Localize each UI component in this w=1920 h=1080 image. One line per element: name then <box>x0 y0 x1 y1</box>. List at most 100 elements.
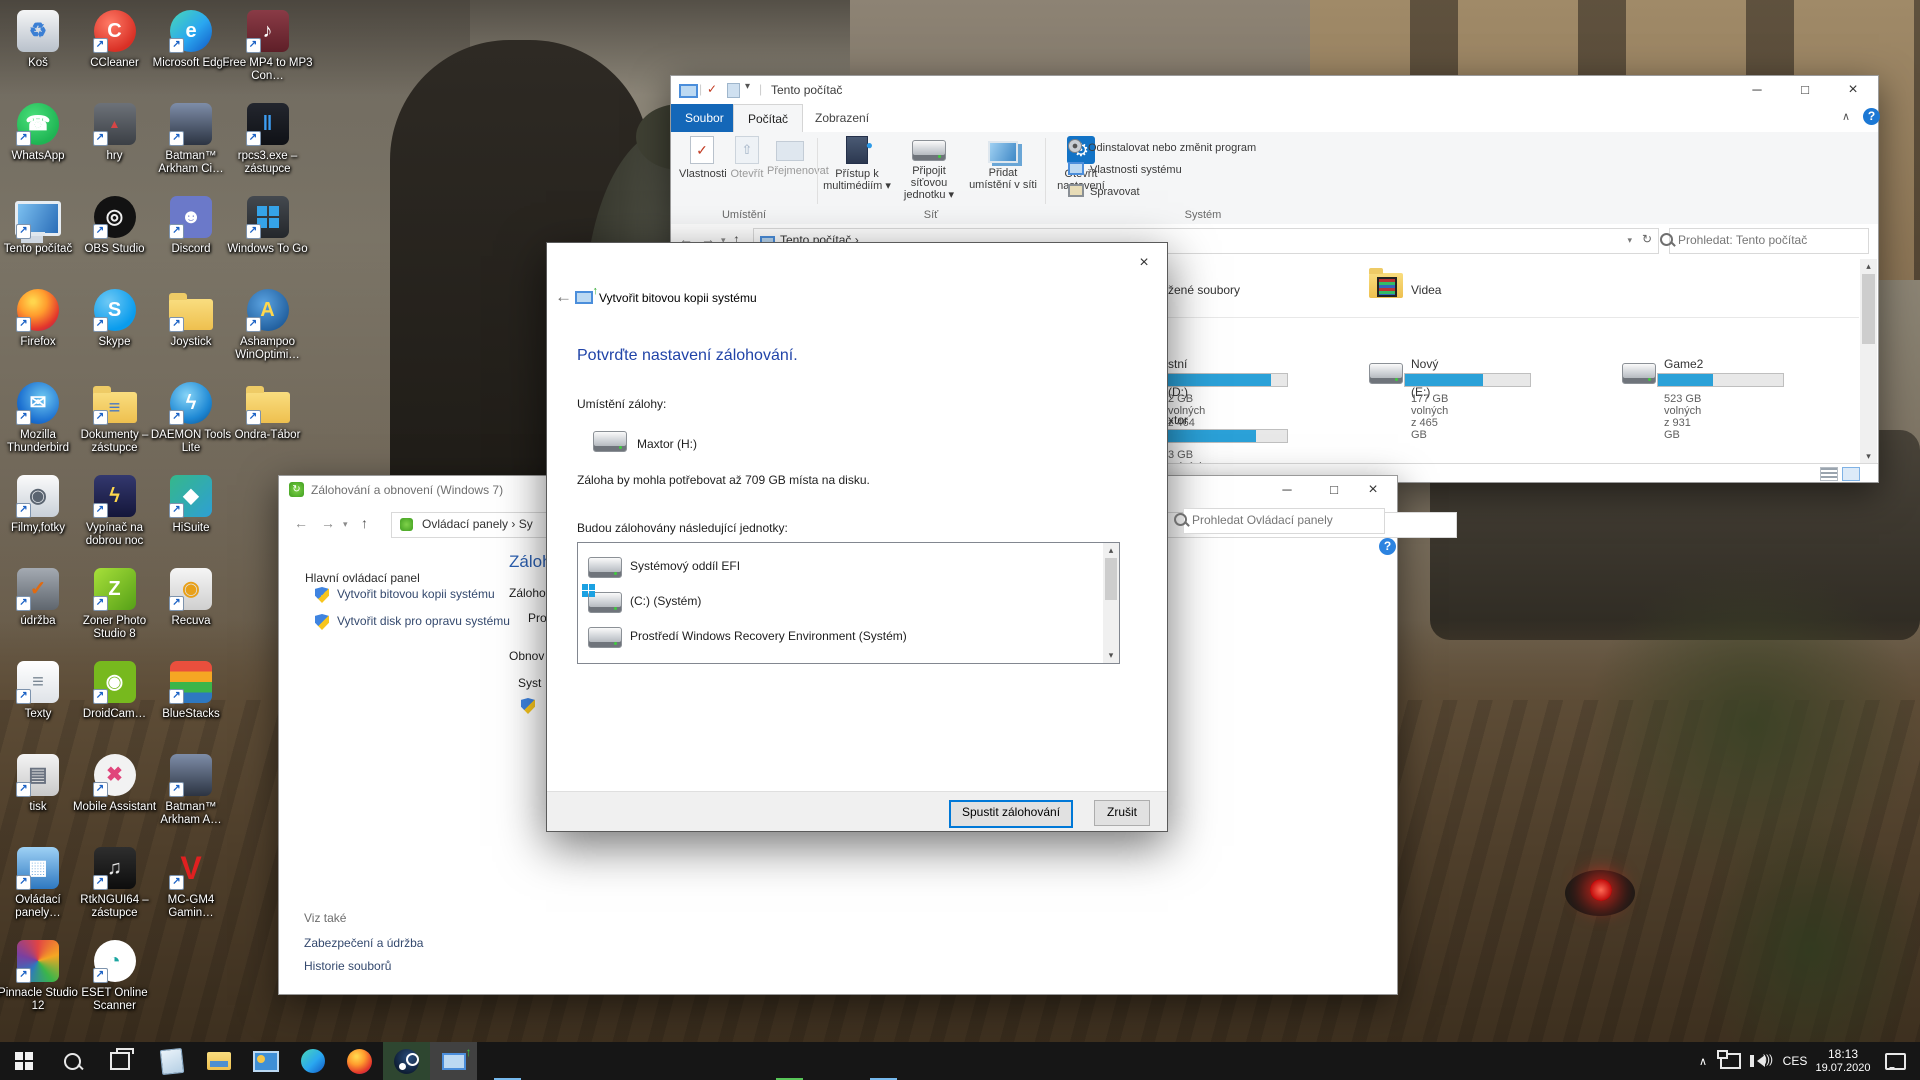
ribbon-pristup-multimedia-button[interactable]: ● Přístup k multimédiím ▾ <box>823 136 891 192</box>
taskbar-control-panel-button[interactable] <box>242 1042 289 1080</box>
dialog-scroll-down-icon[interactable]: ▾ <box>1103 648 1119 663</box>
ccleaner-icon: C↗ <box>92 8 138 54</box>
qat-customize-icon[interactable]: ▾ <box>745 81 750 92</box>
network-icon[interactable] <box>1716 1042 1744 1080</box>
cancel-button[interactable]: Zrušit <box>1094 800 1150 826</box>
backup-forward-icon[interactable]: → <box>321 515 335 531</box>
explorer-close-button[interactable]: × <box>1830 76 1876 104</box>
dialog-scroll-up-icon[interactable]: ▴ <box>1103 543 1119 558</box>
dialog-scrollbar-thumb[interactable] <box>1105 558 1117 600</box>
backup-volume-item-2[interactable]: (C:) (Systém) <box>578 586 1098 618</box>
details-view-icon[interactable] <box>1820 467 1838 481</box>
desktop-icon-recuva[interactable]: ◉↗Recuva <box>145 566 237 628</box>
desktop-icon-batman-arkham-a-[interactable]: ↗Batman™ Arkham A… <box>145 752 237 827</box>
folder-item-stazene-soubory[interactable]: žené soubory <box>1168 283 1240 297</box>
task-link-2[interactable]: Vytvořit disk pro opravu systému <box>337 613 517 629</box>
explorer-ribbon-tabs: Soubor Počítač Zobrazení ∧ ? <box>671 104 1878 133</box>
backup-up-icon[interactable]: ↑ <box>361 515 368 531</box>
shortcut-arrow-badge: ↗ <box>93 782 108 797</box>
dialog-list-scrollbar[interactable]: ▴ ▾ <box>1103 543 1119 663</box>
backup-volume-item-1[interactable]: Systémový oddíl EFI <box>578 551 1098 583</box>
clock[interactable]: 18:13 19.07.2020 <box>1812 1042 1874 1080</box>
taskbar-steam-button[interactable] <box>383 1042 430 1080</box>
desktop-icon-bluestacks[interactable]: ↗BlueStacks <box>145 659 237 721</box>
control-panel-icon <box>253 1051 279 1072</box>
shortcut-arrow-badge: ↗ <box>169 131 184 146</box>
backup-close-button[interactable]: × <box>1350 476 1396 504</box>
explorer-search-box[interactable]: Prohledat: Tento počítač <box>1669 228 1869 254</box>
backup-help-icon[interactable]: ? <box>1379 538 1396 555</box>
address-dropdown-icon[interactable]: ▾ <box>1627 235 1632 246</box>
tab-zobrazeni[interactable]: Zobrazení <box>801 104 883 132</box>
desktop-icon-hisuite[interactable]: ◆↗HiSuite <box>145 473 237 535</box>
desktop-icon-label: ESET Online Scanner <box>69 987 161 1013</box>
backup-recent-icon[interactable]: ▾ <box>343 519 348 530</box>
explorer-titlebar[interactable]: | ✓ ▾ | Tento počítač ─ □ × <box>671 76 1878 104</box>
address-refresh-icon[interactable]: ↻ <box>1642 232 1652 246</box>
taskbar-search-button[interactable] <box>48 1042 96 1080</box>
dialog-close-button[interactable]: × <box>1129 251 1159 275</box>
scroll-up-icon[interactable]: ▴ <box>1860 259 1877 274</box>
see-also-link-1[interactable]: Zabezpečení a údržba <box>304 936 423 950</box>
taskbar-file-explorer-button[interactable] <box>195 1042 242 1080</box>
explorer-maximize-button[interactable]: □ <box>1782 76 1828 104</box>
shortcut-arrow-badge: ↗ <box>246 317 261 332</box>
desktop-icon-mc-gm4-gamin-[interactable]: V↗MC-GM4 Gamin… <box>145 845 237 920</box>
ribbon-spravovat-button[interactable]: Spravovat <box>1068 182 1140 202</box>
collapse-ribbon-icon[interactable]: ∧ <box>1842 110 1850 123</box>
desktop-icon-ondra-t-bor[interactable]: ↗Ondra-Tábor <box>222 380 314 442</box>
ribbon-prejmenovat-button[interactable]: Přejmenovat <box>767 136 813 177</box>
backup-minimize-button[interactable]: ─ <box>1264 476 1310 504</box>
taskbar-notepad-button[interactable] <box>148 1042 195 1080</box>
taskbar-system-image-backup-button[interactable]: ↑ <box>430 1042 477 1080</box>
desktop-icon-rpcs3-exe-z-stupce[interactable]: ‖↗rpcs3.exe – zástupce <box>222 101 314 176</box>
desktop-icon-windows-to-go[interactable]: ↗Windows To Go <box>222 194 314 256</box>
see-also-link-2[interactable]: Historie souborů <box>304 959 391 973</box>
ribbon-pridat-umisteni-button[interactable]: Přidat umístění v síti <box>967 136 1039 191</box>
taskbar-start-button[interactable] <box>0 1042 48 1080</box>
help-icon[interactable]: ? <box>1863 108 1880 125</box>
taskbar-edge-button[interactable] <box>289 1042 336 1080</box>
backup-address-icon <box>400 518 413 531</box>
ribbon-odinstalovat-button[interactable]: Odinstalovat nebo změnit program <box>1068 138 1256 158</box>
thumbnails-view-icon[interactable] <box>1842 467 1860 481</box>
action-center-icon[interactable] <box>1878 1042 1912 1080</box>
scrollbar-thumb[interactable] <box>1862 274 1875 344</box>
desktop-icon-free-mp4-to-mp3-con-[interactable]: ♪↗Free MP4 to MP3 Con… <box>222 8 314 83</box>
backup-search-box[interactable]: Prohledat Ovládací panely <box>1183 508 1385 534</box>
tray-chevron[interactable]: ∧ <box>1692 1042 1714 1080</box>
volume-icon[interactable] <box>1746 1042 1776 1080</box>
backup-breadcrumb[interactable]: Ovládací panely › Sy <box>422 517 533 531</box>
ribbon-vlastnosti-button[interactable]: ✓ Vlastnosti <box>679 136 725 180</box>
explorer-scrollbar[interactable]: ▴ ▾ <box>1860 259 1877 464</box>
desktop-icon-label: Windows To Go <box>222 243 314 256</box>
qat-new-item-icon[interactable] <box>727 83 740 98</box>
dialog-back-icon[interactable]: ← <box>555 287 572 307</box>
folder-item-videa[interactable]: Videa <box>1411 283 1441 297</box>
desktop-icon-ashampoo-winoptimi-[interactable]: A↗Ashampoo WinOptimi… <box>222 287 314 362</box>
task-link-1[interactable]: Vytvořit bitovou kopii systému <box>337 586 517 602</box>
ribbon-vlastnosti-systemu-button[interactable]: Vlastnosti systému <box>1068 160 1182 180</box>
taskbar-firefox-button[interactable] <box>336 1042 383 1080</box>
vyp-na-na-dobrou-noc-icon: ϟ↗ <box>92 473 138 519</box>
tab-pocitac[interactable]: Počítač <box>733 104 803 134</box>
scroll-down-icon[interactable]: ▾ <box>1860 449 1877 464</box>
backup-back-icon[interactable]: ← <box>294 515 308 531</box>
control-panel-home-link[interactable]: Hlavní ovládací panel <box>305 571 420 585</box>
explorer-minimize-button[interactable]: ─ <box>1734 76 1780 104</box>
ribbon-otevrit-button[interactable]: ⇧ Otevřít <box>727 136 767 180</box>
language-indicator[interactable]: CES <box>1780 1042 1810 1080</box>
desktop-icon-label: BlueStacks <box>145 708 237 721</box>
ribbon-pripojit-jednotku-button[interactable]: Připojit síťovou jednotku ▾ <box>893 136 965 201</box>
taskbar-task-view-button[interactable] <box>96 1042 144 1080</box>
mobile-assistant-icon: ✖↗ <box>92 752 138 798</box>
dialog-location-label: Umístění zálohy: <box>577 397 666 411</box>
start-backup-button[interactable]: Spustit zálohování <box>949 800 1073 828</box>
qat-properties-icon[interactable]: ✓ <box>707 82 717 96</box>
whatsapp-icon: ☎↗ <box>15 101 61 147</box>
backup-volume-item-3[interactable]: Prostředí Windows Recovery Environment (… <box>578 621 1098 653</box>
shortcut-arrow-badge: ↗ <box>93 689 108 704</box>
dialog-drive-list[interactable]: Systémový oddíl EFI(C:) (Systém)Prostřed… <box>577 542 1120 664</box>
tab-soubor[interactable]: Soubor <box>671 104 738 132</box>
desktop-icon-eset-online-scanner[interactable]: ◔↗ESET Online Scanner <box>69 938 161 1013</box>
